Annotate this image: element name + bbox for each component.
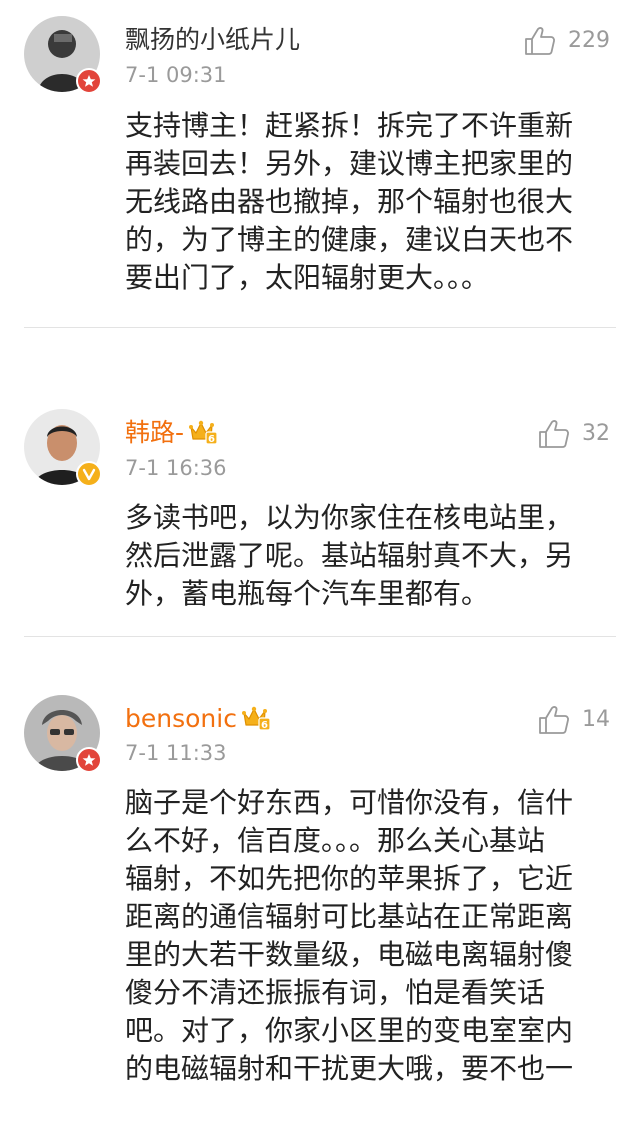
svg-text:6: 6 bbox=[208, 434, 215, 445]
like-button[interactable]: 229 bbox=[524, 26, 610, 56]
vip-crown-icon: 6 bbox=[241, 705, 271, 739]
avatar[interactable] bbox=[24, 695, 102, 773]
like-count: 32 bbox=[582, 421, 610, 446]
thumbs-up-icon bbox=[525, 27, 555, 55]
svg-text:6: 6 bbox=[261, 720, 268, 731]
comment-text: 多读书吧，以为你家住在核电站里， 然后泄露了呢。基站辐射真不大，另 外，蓄电瓶每… bbox=[125, 501, 574, 610]
avatar[interactable] bbox=[24, 16, 102, 94]
red-badge-icon bbox=[76, 747, 102, 773]
avatar[interactable] bbox=[24, 409, 102, 487]
like-count: 14 bbox=[582, 707, 610, 732]
username[interactable]: bensonic 6 bbox=[125, 703, 271, 739]
verified-v-icon bbox=[76, 461, 102, 487]
like-button[interactable]: 32 bbox=[538, 419, 610, 449]
red-badge-icon bbox=[76, 68, 102, 94]
thumbs-up-icon bbox=[539, 706, 569, 734]
vip-crown-icon: 6 bbox=[188, 419, 218, 453]
username-text: bensonic bbox=[125, 704, 237, 733]
like-button[interactable]: 14 bbox=[538, 705, 610, 735]
username[interactable]: 韩路- 6 bbox=[125, 417, 218, 453]
divider bbox=[24, 636, 616, 637]
comment-time: 7-1 11:33 bbox=[125, 741, 227, 765]
comment-time: 7-1 16:36 bbox=[125, 456, 227, 480]
like-count: 229 bbox=[568, 28, 610, 53]
comment-text: 支持博主！赶紧拆！拆完了不许重新 再装回去！另外，建议博主把家里的 无线路由器也… bbox=[125, 109, 574, 294]
comment-list: 飘扬的小纸片儿 7-1 09:31 229 支持博主！赶紧拆！拆完了不许重新 再… bbox=[0, 0, 640, 1124]
thumbs-up-icon bbox=[539, 420, 569, 448]
comment-text: 脑子是个好东西，可惜你没有，信什 么不好，信百度。。。那么关心基站 辐射，不如先… bbox=[125, 786, 574, 1085]
comment-time: 7-1 09:31 bbox=[125, 63, 227, 87]
username-text: 韩路- bbox=[125, 418, 185, 447]
divider bbox=[24, 327, 616, 328]
username[interactable]: 飘扬的小纸片儿 bbox=[125, 24, 300, 56]
